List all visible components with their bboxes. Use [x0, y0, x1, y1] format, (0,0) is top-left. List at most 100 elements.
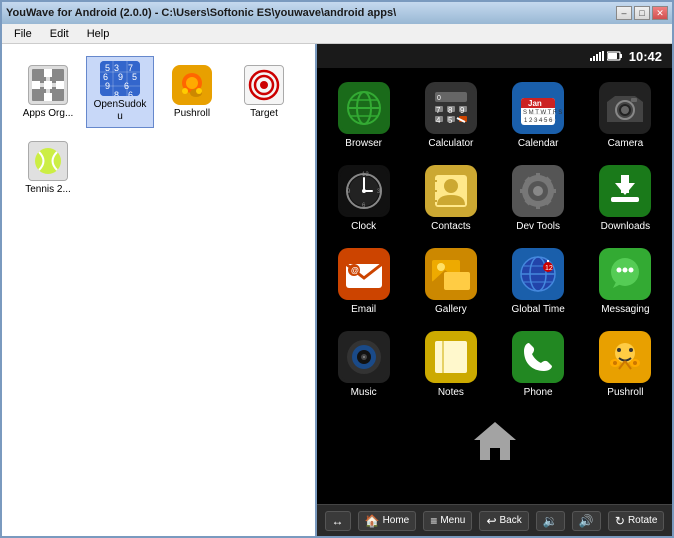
back-icon: ↩	[486, 514, 496, 528]
vol-down-icon: 🔉	[543, 514, 558, 528]
home-button[interactable]: 🏠 Home	[358, 511, 417, 531]
menu-file[interactable]: File	[6, 26, 40, 42]
android-calendar-icon: Jan S M T W T F S 1 2 3 4 5 6	[512, 82, 564, 134]
android-pushroll-label: Pushroll	[607, 387, 643, 398]
svg-text:12: 12	[545, 265, 553, 272]
back-back-button[interactable]: ↔	[325, 511, 351, 531]
android-downloads-label: Downloads	[601, 221, 650, 232]
android-app-camera[interactable]: Camera	[583, 76, 668, 155]
android-apps-row3: @ Email	[321, 242, 668, 321]
menu-icon: ≡	[430, 514, 437, 528]
title-bar: YouWave for Android (2.0.0) - C:\Users\S…	[2, 2, 672, 24]
vol-up-button[interactable]: 🔊	[572, 511, 601, 531]
android-app-notes[interactable]: Notes	[408, 325, 493, 404]
android-app-globaltime[interactable]: 12 Global Time	[496, 242, 581, 321]
android-app-email[interactable]: @ Email	[321, 242, 406, 321]
android-body: Browser	[317, 68, 672, 504]
android-apps-row2: 12 3 6 9 Clock	[321, 159, 668, 238]
android-app-calendar[interactable]: Jan S M T W T F S 1 2 3 4 5 6 Calendar	[496, 76, 581, 155]
left-panel: Apps Org... 537 695 96 86	[2, 44, 317, 536]
android-music-label: Music	[351, 387, 377, 398]
android-globaltime-label: Global Time	[511, 304, 564, 315]
android-email-icon: @	[338, 248, 390, 300]
android-bottom-bar: ↔ 🏠 Home ≡ Menu ↩ Back 🔉 🔊	[317, 504, 672, 536]
pc-app-pushroll-icon	[172, 65, 212, 105]
rotate-icon: ↻	[615, 514, 625, 528]
android-apps-row4: Music	[321, 325, 668, 404]
android-clock-label: Clock	[351, 221, 376, 232]
svg-text:8: 8	[448, 106, 453, 115]
android-contacts-icon	[425, 165, 477, 217]
android-app-messaging[interactable]: Messaging	[583, 242, 668, 321]
svg-text:9: 9	[118, 72, 123, 82]
android-devtools-icon	[512, 165, 564, 217]
android-app-pushroll[interactable]: Pushroll	[583, 325, 668, 404]
android-browser-icon	[338, 82, 390, 134]
svg-text:Jan: Jan	[528, 99, 542, 108]
menu-edit[interactable]: Edit	[42, 26, 77, 42]
android-app-music[interactable]: Music	[321, 325, 406, 404]
back-label: Back	[500, 515, 522, 526]
android-music-icon	[338, 331, 390, 383]
pc-app-target-label: Target	[250, 108, 278, 120]
back-button[interactable]: ↩ Back	[479, 511, 528, 531]
svg-text:4: 4	[436, 116, 441, 125]
close-button[interactable]: ✕	[652, 6, 668, 20]
android-contacts-label: Contacts	[431, 221, 470, 232]
android-camera-label: Camera	[608, 138, 644, 149]
vol-down-button[interactable]: 🔉	[536, 511, 565, 531]
android-gallery-icon	[425, 248, 477, 300]
android-pushroll-icon	[599, 331, 651, 383]
android-app-contacts[interactable]: Contacts	[408, 159, 493, 238]
android-app-clock[interactable]: 12 3 6 9 Clock	[321, 159, 406, 238]
pc-app-tennis[interactable]: Tennis 2...	[14, 132, 82, 204]
status-icons	[590, 51, 623, 61]
pc-app-tennis-icon	[28, 141, 68, 181]
android-devtools-label: Dev Tools	[516, 221, 560, 232]
android-clock: 10:42	[629, 49, 662, 64]
android-app-downloads[interactable]: Downloads	[583, 159, 668, 238]
pc-app-tennis-label: Tennis 2...	[25, 184, 71, 196]
android-browser-label: Browser	[345, 138, 382, 149]
menu-bar: File Edit Help	[2, 24, 672, 44]
menu-button[interactable]: ≡ Menu	[423, 511, 472, 531]
pc-app-pushroll-label: Pushroll	[174, 108, 210, 120]
svg-text:5: 5	[448, 116, 453, 125]
android-apps-row1: Browser	[321, 76, 668, 155]
rotate-button[interactable]: ↻ Rotate	[608, 511, 665, 531]
android-app-phone[interactable]: Phone	[496, 325, 581, 404]
android-panel: 10:42	[317, 44, 672, 536]
svg-text:9: 9	[460, 106, 465, 115]
android-messaging-icon	[599, 248, 651, 300]
window-controls: – □ ✕	[616, 6, 668, 20]
maximize-button[interactable]: □	[634, 6, 650, 20]
menu-help[interactable]: Help	[79, 26, 118, 42]
pc-app-target[interactable]: Target	[230, 56, 298, 128]
android-notes-label: Notes	[438, 387, 464, 398]
svg-text:12: 12	[362, 172, 369, 178]
android-camera-icon	[599, 82, 651, 134]
home-icon: 🏠	[365, 514, 380, 528]
minimize-button[interactable]: –	[616, 6, 632, 20]
android-calendar-label: Calendar	[518, 138, 559, 149]
android-app-devtools[interactable]: Dev Tools	[496, 159, 581, 238]
menu-label: Menu	[440, 515, 465, 526]
pc-app-opensudoku[interactable]: 537 695 96 86 OpenSudoku	[86, 56, 154, 128]
android-phone-icon	[512, 331, 564, 383]
android-downloads-icon	[599, 165, 651, 217]
android-app-browser[interactable]: Browser	[321, 76, 406, 155]
rotate-label: Rotate	[628, 515, 657, 526]
android-app-gallery[interactable]: Gallery	[408, 242, 493, 321]
svg-text:1 2 3 4 5 6: 1 2 3 4 5 6	[524, 118, 553, 124]
svg-text:8: 8	[114, 90, 119, 97]
pc-app-appsorg[interactable]: Apps Org...	[14, 56, 82, 128]
home-label: Home	[383, 515, 410, 526]
main-window: YouWave for Android (2.0.0) - C:\Users\S…	[0, 0, 674, 538]
pc-app-target-icon	[244, 65, 284, 105]
pc-app-pushroll[interactable]: Pushroll	[158, 56, 226, 128]
android-app-calculator[interactable]: 0 7 8 9 4 5 Calculator	[408, 76, 493, 155]
android-clock-icon: 12 3 6 9	[338, 165, 390, 217]
android-messaging-label: Messaging	[601, 304, 649, 315]
android-email-label: Email	[351, 304, 376, 315]
main-content: Apps Org... 537 695 96 86	[2, 44, 672, 536]
